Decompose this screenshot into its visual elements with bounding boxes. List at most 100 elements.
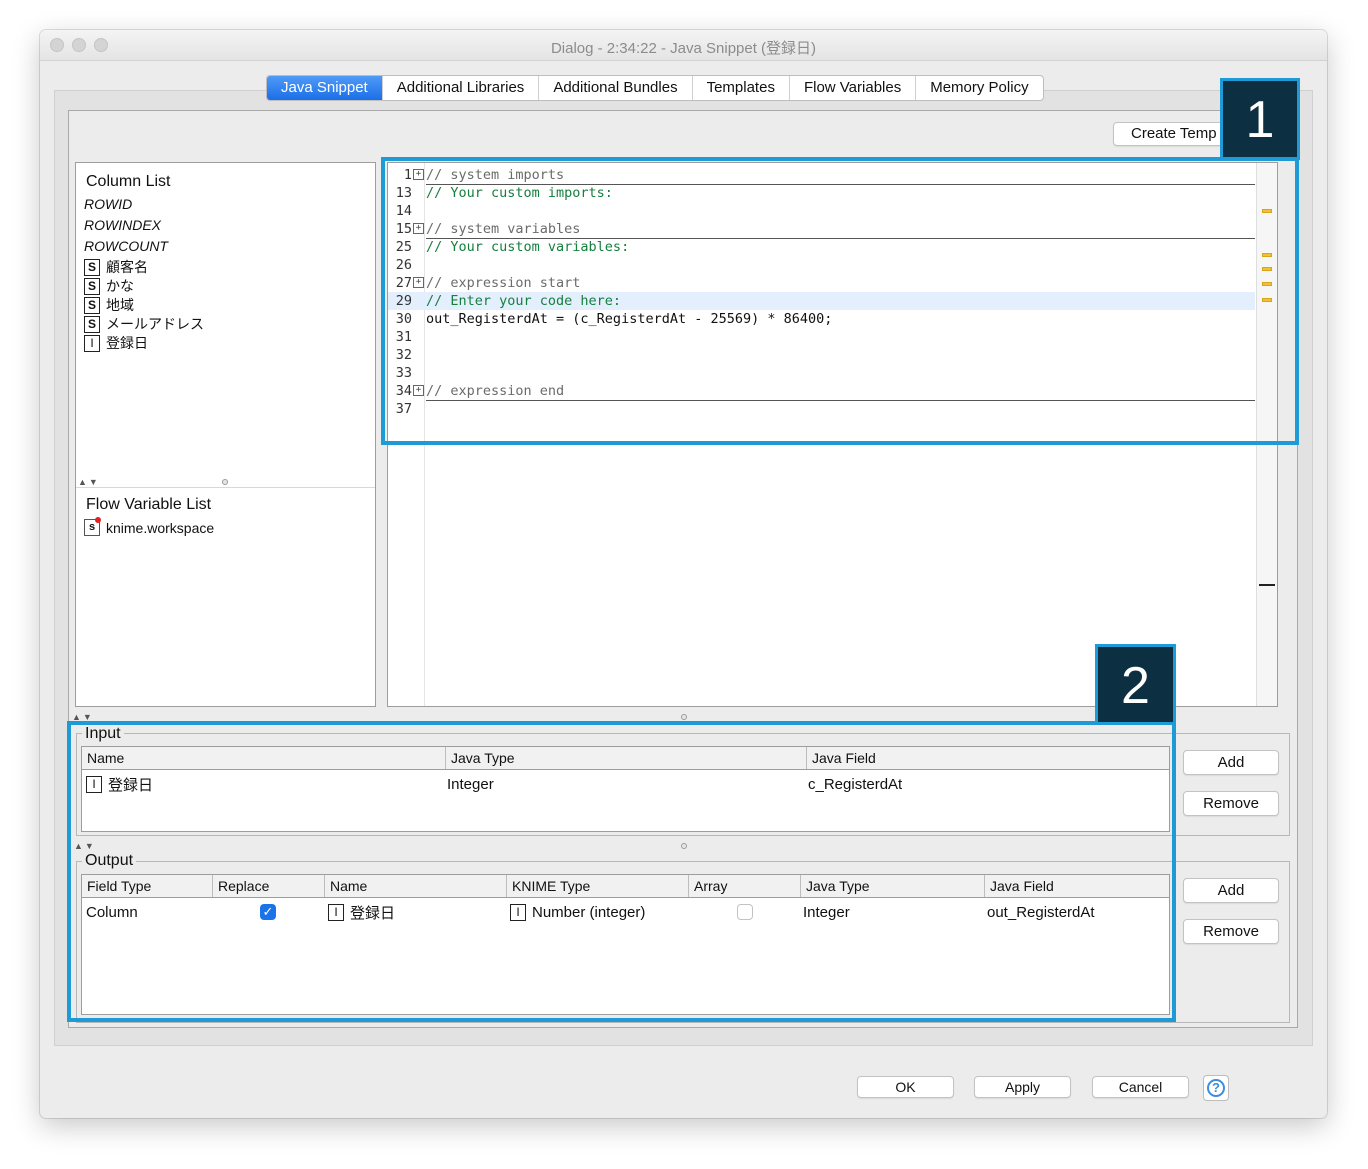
column-item-label: メールアドレス xyxy=(106,316,204,332)
tab-flow-variables[interactable]: Flow Variables xyxy=(790,76,917,100)
column-header-array[interactable]: Array xyxy=(689,875,801,897)
column-header-java-type[interactable]: Java Type xyxy=(446,747,807,769)
column-item-customer-name[interactable]: S 顧客名 xyxy=(84,257,148,277)
code-line[interactable]: 37 xyxy=(388,400,1255,418)
code-text: // Your custom variables: xyxy=(426,239,630,255)
line-number: 31 xyxy=(395,329,412,345)
apply-button[interactable]: Apply xyxy=(974,1076,1071,1098)
code-line[interactable]: 30 out_RegisterdAt = (c_RegisterdAt - 255… xyxy=(388,310,1255,328)
column-item-registered-date[interactable]: I 登録日 xyxy=(84,333,148,353)
column-header-name[interactable]: Name xyxy=(82,747,446,769)
integer-type-icon: I xyxy=(510,903,526,921)
input-row-name[interactable]: I 登録日 xyxy=(86,774,153,794)
tab-memory-policy[interactable]: Memory Policy xyxy=(916,76,1042,100)
code-line[interactable]: 29 // Enter your code here: xyxy=(388,292,1255,310)
tab-templates[interactable]: Templates xyxy=(693,76,790,100)
string-type-icon: S xyxy=(84,277,100,295)
output-remove-button[interactable]: Remove xyxy=(1183,919,1279,944)
splitter-arrows-icon[interactable]: ▲▼ xyxy=(74,841,96,851)
tab-additional-libraries[interactable]: Additional Libraries xyxy=(383,76,540,100)
input-row-java-field[interactable]: c_RegisterdAt xyxy=(808,774,902,794)
output-row-knime-type[interactable]: I Number (integer) xyxy=(510,902,645,922)
code-line[interactable]: 34 +// expression end xyxy=(388,382,1255,401)
column-header-replace[interactable]: Replace xyxy=(213,875,325,897)
output-table[interactable]: Field Type Replace Name KNIME Type Array… xyxy=(81,874,1170,1015)
input-remove-button[interactable]: Remove xyxy=(1183,791,1279,816)
output-section-label: Output xyxy=(82,852,137,870)
column-header-knime-type[interactable]: KNIME Type xyxy=(507,875,689,897)
marker-icon xyxy=(1262,267,1272,271)
code-line[interactable]: 33 xyxy=(388,364,1255,382)
help-icon: ? xyxy=(1207,1079,1225,1097)
output-row-java-type[interactable]: Integer xyxy=(803,902,850,922)
code-text: // expression start xyxy=(426,274,1255,293)
input-row-java-type[interactable]: Integer xyxy=(447,774,494,794)
output-row-field-type[interactable]: Column xyxy=(86,902,138,922)
output-add-button[interactable]: Add xyxy=(1183,878,1279,903)
code-text: // Your custom imports: xyxy=(426,185,613,201)
fold-toggle-icon[interactable]: + xyxy=(413,385,424,396)
line-number: 25 xyxy=(395,239,412,255)
column-item-kana[interactable]: S かな xyxy=(84,276,134,296)
column-header-field-type[interactable]: Field Type xyxy=(82,875,213,897)
line-number: 30 xyxy=(395,311,412,327)
code-line[interactable]: 27 +// expression start xyxy=(388,274,1255,293)
code-line[interactable]: 15 +// system variables xyxy=(388,220,1255,239)
code-line[interactable]: 13 // Your custom imports: xyxy=(388,184,1255,202)
fold-toggle-icon[interactable]: + xyxy=(413,223,424,234)
column-item-email[interactable]: S メールアドレス xyxy=(84,314,204,334)
column-item-rowcount[interactable]: ROWCOUNT xyxy=(84,238,168,254)
tab-additional-bundles[interactable]: Additional Bundles xyxy=(539,76,693,100)
help-button[interactable]: ? xyxy=(1203,1075,1229,1101)
column-item-region[interactable]: S 地域 xyxy=(84,295,134,315)
code-line[interactable]: 1 +// system imports xyxy=(388,166,1255,185)
ok-button[interactable]: OK xyxy=(857,1076,954,1098)
code-line[interactable]: 25 // Your custom variables: xyxy=(388,238,1255,256)
flow-variable-item-label: knime.workspace xyxy=(106,519,215,536)
code-editor[interactable]: 1 +// system imports 13// Your custom impo… xyxy=(387,162,1278,707)
column-item-label: かな xyxy=(106,278,134,294)
marker-icon xyxy=(1262,253,1272,257)
code-text: // Enter your code here: xyxy=(426,293,622,309)
editor-scrollbar[interactable] xyxy=(1256,163,1277,706)
column-item-rowindex[interactable]: ROWINDEX xyxy=(84,217,161,233)
code-line[interactable]: 26 xyxy=(388,256,1255,274)
tab-java-snippet[interactable]: Java Snippet xyxy=(267,76,383,100)
column-item-rowid[interactable]: ROWID xyxy=(84,196,132,212)
output-name-value: 登録日 xyxy=(350,904,396,922)
code-line[interactable]: 14 xyxy=(388,202,1255,220)
annotation-callout-2: 2 xyxy=(1095,644,1176,725)
line-number: 1 xyxy=(403,167,412,183)
fold-toggle-icon[interactable]: + xyxy=(413,277,424,288)
line-number: 29 xyxy=(395,293,412,309)
output-row-name[interactable]: I 登録日 xyxy=(328,902,395,922)
marker-icon xyxy=(1262,298,1272,302)
code-line[interactable]: 32 xyxy=(388,346,1255,364)
column-header-java-field[interactable]: Java Field xyxy=(807,747,1169,769)
code-text: // system imports xyxy=(426,166,1255,185)
column-header-java-type[interactable]: Java Type xyxy=(801,875,985,897)
splitter-handle[interactable] xyxy=(222,479,228,485)
column-header-java-field[interactable]: Java Field xyxy=(985,875,1169,897)
replace-checkbox[interactable]: ✓ xyxy=(260,904,276,920)
array-checkbox[interactable] xyxy=(737,904,753,920)
code-line[interactable]: 31 xyxy=(388,328,1255,346)
column-item-label: 登録日 xyxy=(106,335,148,351)
splitter-arrows-icon[interactable]: ▲▼ xyxy=(72,712,94,722)
input-add-button[interactable]: Add xyxy=(1183,750,1279,775)
splitter-handle[interactable] xyxy=(681,843,687,849)
column-header-name[interactable]: Name xyxy=(325,875,507,897)
fold-toggle-icon[interactable]: + xyxy=(413,169,424,180)
splitter-handle[interactable] xyxy=(681,714,687,720)
flow-variable-type-glyph: s xyxy=(88,521,96,533)
input-table[interactable]: Name Java Type Java Field I 登録日 Integer c… xyxy=(81,746,1170,832)
cancel-button[interactable]: Cancel xyxy=(1092,1076,1189,1098)
output-row-java-field[interactable]: out_RegisterdAt xyxy=(987,902,1095,922)
output-row-replace[interactable]: ✓ xyxy=(260,902,276,922)
output-row-array[interactable] xyxy=(737,902,753,922)
splitter-arrows-icon[interactable]: ▲▼ xyxy=(78,477,100,487)
flow-variable-item-workspace[interactable]: s knime.workspace xyxy=(84,517,215,536)
